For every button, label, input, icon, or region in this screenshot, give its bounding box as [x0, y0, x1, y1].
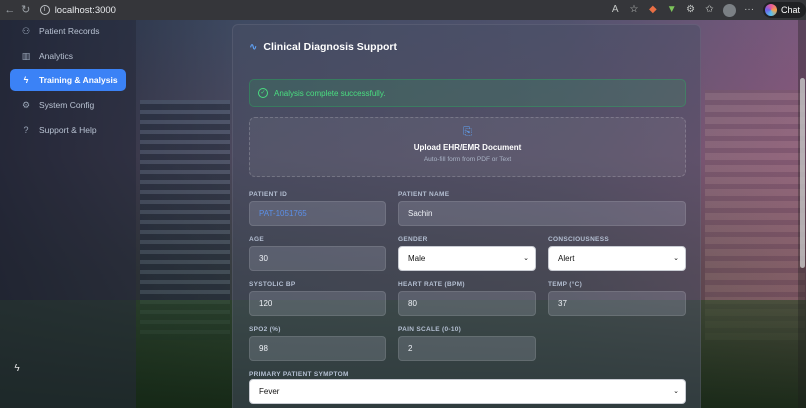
chat-label: Chat: [780, 5, 800, 15]
extensions-puzzle-icon[interactable]: ⚙: [685, 0, 697, 20]
temp-label: TEMP (°C): [548, 281, 583, 288]
sidebar-item-training-analysis[interactable]: ϟ Training & Analysis: [10, 69, 126, 91]
success-alert: ✓ Analysis complete successfully.: [249, 79, 686, 107]
refresh-icon[interactable]: ↻: [20, 0, 32, 20]
upload-subtitle: Auto-fill form from PDF or Text: [423, 156, 512, 163]
bolt-icon: ϟ: [23, 75, 29, 85]
extension-download-icon[interactable]: ▼: [666, 0, 678, 20]
heart-rate-label: HEART RATE (BPM): [398, 281, 465, 288]
check-circle-icon: ✓: [258, 88, 268, 98]
sidebar: ⚇ Patient Records ▥ Analytics ϟ Training…: [0, 20, 136, 408]
favorite-star-icon[interactable]: ☆: [628, 0, 640, 20]
read-aloud-icon[interactable]: A: [609, 0, 621, 20]
copilot-chat-button[interactable]: Chat: [762, 2, 806, 18]
upload-dropzone[interactable]: ⎘ Upload EHR/EMR Document Auto-fill form…: [249, 117, 686, 177]
favorites-icon[interactable]: ✩: [703, 0, 715, 20]
systolic-bp-label: SYSTOLIC BP: [249, 281, 296, 288]
sidebar-item-analytics[interactable]: ▥ Analytics: [10, 45, 126, 67]
more-menu-icon[interactable]: ···: [743, 0, 755, 20]
gender-label: GENDER: [398, 236, 428, 243]
site-info-icon[interactable]: i: [39, 5, 50, 15]
primary-symptom-select-value: Fever: [259, 387, 280, 396]
page-title-text: Clinical Diagnosis Support: [263, 41, 397, 53]
systolic-bp-field[interactable]: 120: [249, 291, 386, 316]
pain-scale-label: PAIN SCALE (0-10): [398, 326, 462, 333]
extension-icon[interactable]: ◆: [647, 0, 659, 20]
patient-name-field[interactable]: Sachin: [398, 201, 686, 226]
age-field[interactable]: 30: [249, 246, 386, 271]
sidebar-item-system-config[interactable]: ⚙ System Config: [10, 94, 126, 116]
success-alert-text: Analysis complete successfully.: [274, 88, 386, 98]
sidebar-item-label: Training & Analysis: [39, 75, 118, 85]
url-text: localhost:3000: [54, 4, 116, 16]
temp-field[interactable]: 37: [548, 291, 686, 316]
sidebar-item-label: Support & Help: [39, 125, 97, 135]
patient-id-field[interactable]: PAT-1051765: [249, 201, 386, 226]
address-bar[interactable]: i localhost:3000: [39, 2, 603, 18]
profile-avatar[interactable]: [723, 3, 737, 17]
age-label: AGE: [249, 236, 264, 243]
bolt-icon[interactable]: ϟ: [10, 362, 24, 376]
bar-chart-icon: ▥: [21, 50, 31, 61]
primary-symptom-select[interactable]: Fever ⌄: [249, 379, 686, 404]
sidebar-item-label: Analytics: [39, 51, 74, 61]
users-icon: ⚇: [21, 25, 31, 36]
spo2-field[interactable]: 98: [249, 336, 386, 361]
primary-symptom-label: PRIMARY PATIENT SYMPTOM: [249, 371, 349, 378]
gender-select[interactable]: Male ⌄: [398, 246, 536, 271]
spo2-label: SPO2 (%): [249, 326, 281, 333]
upload-title: Upload EHR/EMR Document: [413, 143, 522, 152]
consciousness-select-value: Alert: [558, 254, 575, 263]
chevron-down-icon: ⌄: [523, 255, 529, 262]
help-icon: ?: [23, 125, 29, 135]
sidebar-item-patient-records[interactable]: ⚇ Patient Records: [10, 20, 126, 42]
gender-select-value: Male: [408, 254, 426, 263]
browser-toolbar: ← ↻ i localhost:3000 A ☆ ◆ ▼ ⚙ ✩ ··· Cha…: [0, 0, 806, 20]
sidebar-item-label: System Config: [39, 100, 95, 110]
activity-icon: ∿: [249, 41, 258, 53]
chevron-down-icon: ⌄: [673, 255, 679, 262]
consciousness-label: CONSCIOUSNESS: [548, 236, 609, 243]
gear-icon: ⚙: [21, 99, 31, 110]
sidebar-item-support-help[interactable]: ? Support & Help: [10, 119, 126, 141]
copilot-icon: [764, 4, 777, 16]
back-icon[interactable]: ←: [4, 0, 16, 20]
upload-file-icon: ⎘: [463, 126, 472, 138]
patient-id-label: PATIENT ID: [249, 191, 288, 198]
page-scrollbar[interactable]: [798, 20, 806, 408]
pain-scale-field[interactable]: 2: [398, 336, 536, 361]
consciousness-select[interactable]: Alert ⌄: [548, 246, 686, 271]
page-title: ∿ Clinical Diagnosis Support: [249, 41, 397, 53]
heart-rate-field[interactable]: 80: [398, 291, 536, 316]
diagnosis-card: ∿ Clinical Diagnosis Support ✓ Analysis …: [232, 24, 701, 408]
chevron-down-icon: ⌄: [673, 388, 679, 395]
sidebar-item-label: Patient Records: [39, 26, 100, 36]
scrollbar-thumb[interactable]: [800, 78, 805, 268]
patient-name-label: PATIENT NAME: [398, 191, 450, 198]
